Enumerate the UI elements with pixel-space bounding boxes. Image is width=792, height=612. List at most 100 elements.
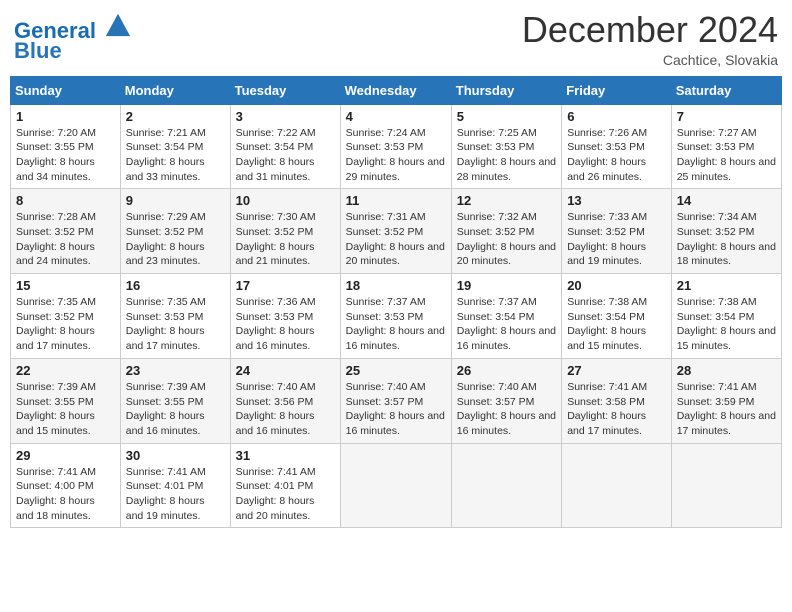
calendar-week-3: 15 Sunrise: 7:35 AMSunset: 3:52 PMDayligh…	[11, 274, 782, 359]
calendar-cell: 19 Sunrise: 7:37 AMSunset: 3:54 PMDayligh…	[451, 274, 561, 359]
day-number: 23	[126, 363, 225, 378]
logo: General Blue	[14, 10, 132, 63]
calendar-cell: 28 Sunrise: 7:41 AMSunset: 3:59 PMDayligh…	[671, 358, 781, 443]
day-number: 11	[346, 193, 446, 208]
day-info: Sunrise: 7:41 AMSunset: 3:59 PMDaylight:…	[677, 381, 776, 437]
calendar-cell	[340, 443, 451, 528]
day-info: Sunrise: 7:24 AMSunset: 3:53 PMDaylight:…	[346, 127, 445, 183]
location: Cachtice, Slovakia	[522, 52, 778, 68]
day-number: 20	[567, 278, 666, 293]
weekday-header-row: SundayMondayTuesdayWednesdayThursdayFrid…	[11, 76, 782, 104]
day-info: Sunrise: 7:36 AMSunset: 3:53 PMDaylight:…	[236, 296, 316, 352]
day-number: 4	[346, 109, 446, 124]
day-info: Sunrise: 7:40 AMSunset: 3:57 PMDaylight:…	[346, 381, 445, 437]
calendar-cell: 27 Sunrise: 7:41 AMSunset: 3:58 PMDayligh…	[562, 358, 672, 443]
weekday-header-thursday: Thursday	[451, 76, 561, 104]
day-info: Sunrise: 7:38 AMSunset: 3:54 PMDaylight:…	[677, 296, 776, 352]
day-number: 7	[677, 109, 776, 124]
day-info: Sunrise: 7:21 AMSunset: 3:54 PMDaylight:…	[126, 127, 206, 183]
calendar-cell: 25 Sunrise: 7:40 AMSunset: 3:57 PMDayligh…	[340, 358, 451, 443]
weekday-header-tuesday: Tuesday	[230, 76, 340, 104]
logo-icon	[104, 10, 132, 38]
calendar-cell: 14Sunrise: 7:34 AMSunset: 3:52 PMDayligh…	[671, 189, 781, 274]
title-block: December 2024 Cachtice, Slovakia	[522, 10, 778, 68]
month-title: December 2024	[522, 10, 778, 50]
weekday-header-friday: Friday	[562, 76, 672, 104]
calendar-cell	[671, 443, 781, 528]
calendar-cell: 21Sunrise: 7:38 AMSunset: 3:54 PMDayligh…	[671, 274, 781, 359]
calendar-cell: 10Sunrise: 7:30 AMSunset: 3:52 PMDayligh…	[230, 189, 340, 274]
calendar-cell: 29 Sunrise: 7:41 AMSunset: 4:00 PMDayligh…	[11, 443, 121, 528]
day-number: 25	[346, 363, 446, 378]
day-info: Sunrise: 7:28 AMSunset: 3:52 PMDaylight:…	[16, 211, 96, 267]
day-number: 24	[236, 363, 335, 378]
day-number: 27	[567, 363, 666, 378]
weekday-header-saturday: Saturday	[671, 76, 781, 104]
day-number: 16	[126, 278, 225, 293]
day-number: 19	[457, 278, 556, 293]
day-number: 10	[236, 193, 335, 208]
day-number: 29	[16, 448, 115, 463]
day-number: 17	[236, 278, 335, 293]
day-info: Sunrise: 7:38 AMSunset: 3:54 PMDaylight:…	[567, 296, 647, 352]
day-number: 8	[16, 193, 115, 208]
calendar-cell	[451, 443, 561, 528]
day-number: 3	[236, 109, 335, 124]
calendar-cell: 12 Sunrise: 7:32 AMSunset: 3:52 PMDayligh…	[451, 189, 561, 274]
calendar-cell: 3 Sunrise: 7:22 AMSunset: 3:54 PMDaylight…	[230, 104, 340, 189]
calendar-cell: 13Sunrise: 7:33 AMSunset: 3:52 PMDayligh…	[562, 189, 672, 274]
calendar-cell: 1 Sunrise: 7:20 AMSunset: 3:55 PMDaylight…	[11, 104, 121, 189]
day-info: Sunrise: 7:34 AMSunset: 3:52 PMDaylight:…	[677, 211, 776, 267]
calendar-cell: 2Sunrise: 7:21 AMSunset: 3:54 PMDaylight…	[120, 104, 230, 189]
day-number: 6	[567, 109, 666, 124]
day-info: Sunrise: 7:37 AMSunset: 3:54 PMDaylight:…	[457, 296, 556, 352]
day-info: Sunrise: 7:41 AMSunset: 4:00 PMDaylight:…	[16, 466, 96, 522]
day-number: 18	[346, 278, 446, 293]
calendar-cell: 15 Sunrise: 7:35 AMSunset: 3:52 PMDayligh…	[11, 274, 121, 359]
day-number: 13	[567, 193, 666, 208]
day-info: Sunrise: 7:32 AMSunset: 3:52 PMDaylight:…	[457, 211, 556, 267]
calendar-week-1: 1 Sunrise: 7:20 AMSunset: 3:55 PMDaylight…	[11, 104, 782, 189]
day-number: 9	[126, 193, 225, 208]
weekday-header-wednesday: Wednesday	[340, 76, 451, 104]
day-info: Sunrise: 7:40 AMSunset: 3:56 PMDaylight:…	[236, 381, 316, 437]
day-info: Sunrise: 7:41 AMSunset: 3:58 PMDaylight:…	[567, 381, 647, 437]
day-number: 28	[677, 363, 776, 378]
calendar-cell: 11Sunrise: 7:31 AMSunset: 3:52 PMDayligh…	[340, 189, 451, 274]
calendar-cell: 9 Sunrise: 7:29 AMSunset: 3:52 PMDaylight…	[120, 189, 230, 274]
calendar-cell	[562, 443, 672, 528]
day-number: 1	[16, 109, 115, 124]
weekday-header-sunday: Sunday	[11, 76, 121, 104]
calendar-body: 1 Sunrise: 7:20 AMSunset: 3:55 PMDaylight…	[11, 104, 782, 528]
day-number: 12	[457, 193, 556, 208]
day-info: Sunrise: 7:39 AMSunset: 3:55 PMDaylight:…	[126, 381, 206, 437]
calendar-cell: 4 Sunrise: 7:24 AMSunset: 3:53 PMDaylight…	[340, 104, 451, 189]
calendar-cell: 22 Sunrise: 7:39 AMSunset: 3:55 PMDayligh…	[11, 358, 121, 443]
calendar-cell: 24 Sunrise: 7:40 AMSunset: 3:56 PMDayligh…	[230, 358, 340, 443]
day-info: Sunrise: 7:41 AMSunset: 4:01 PMDaylight:…	[236, 466, 316, 522]
day-number: 15	[16, 278, 115, 293]
calendar-cell: 30Sunrise: 7:41 AMSunset: 4:01 PMDayligh…	[120, 443, 230, 528]
day-info: Sunrise: 7:39 AMSunset: 3:55 PMDaylight:…	[16, 381, 96, 437]
calendar-week-5: 29 Sunrise: 7:41 AMSunset: 4:00 PMDayligh…	[11, 443, 782, 528]
day-info: Sunrise: 7:20 AMSunset: 3:55 PMDaylight:…	[16, 127, 96, 183]
calendar-cell: 5 Sunrise: 7:25 AMSunset: 3:53 PMDaylight…	[451, 104, 561, 189]
day-number: 5	[457, 109, 556, 124]
day-number: 31	[236, 448, 335, 463]
day-info: Sunrise: 7:27 AMSunset: 3:53 PMDaylight:…	[677, 127, 776, 183]
weekday-header-monday: Monday	[120, 76, 230, 104]
day-info: Sunrise: 7:35 AMSunset: 3:52 PMDaylight:…	[16, 296, 96, 352]
day-info: Sunrise: 7:25 AMSunset: 3:53 PMDaylight:…	[457, 127, 556, 183]
calendar-cell: 8 Sunrise: 7:28 AMSunset: 3:52 PMDaylight…	[11, 189, 121, 274]
day-number: 26	[457, 363, 556, 378]
calendar-cell: 7 Sunrise: 7:27 AMSunset: 3:53 PMDaylight…	[671, 104, 781, 189]
day-info: Sunrise: 7:41 AMSunset: 4:01 PMDaylight:…	[126, 466, 206, 522]
day-info: Sunrise: 7:22 AMSunset: 3:54 PMDaylight:…	[236, 127, 316, 183]
calendar-cell: 31 Sunrise: 7:41 AMSunset: 4:01 PMDayligh…	[230, 443, 340, 528]
calendar-cell: 23 Sunrise: 7:39 AMSunset: 3:55 PMDayligh…	[120, 358, 230, 443]
day-info: Sunrise: 7:29 AMSunset: 3:52 PMDaylight:…	[126, 211, 206, 267]
logo-text-blue: Blue	[14, 38, 62, 63]
day-info: Sunrise: 7:35 AMSunset: 3:53 PMDaylight:…	[126, 296, 206, 352]
day-info: Sunrise: 7:37 AMSunset: 3:53 PMDaylight:…	[346, 296, 445, 352]
day-number: 22	[16, 363, 115, 378]
